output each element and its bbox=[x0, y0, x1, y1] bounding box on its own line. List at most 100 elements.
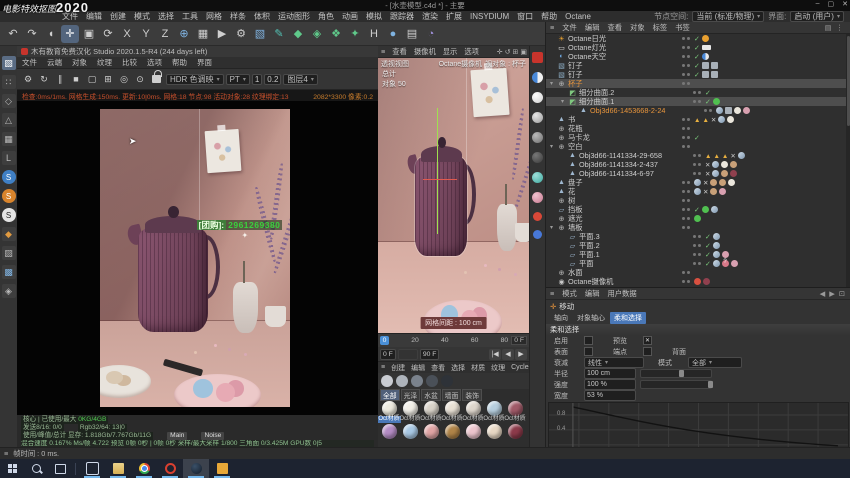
visibility-dots[interactable] bbox=[680, 82, 692, 85]
back-icon[interactable]: ◀ bbox=[820, 289, 826, 298]
object-row[interactable]: Octane摄像机 bbox=[546, 277, 850, 286]
mode-icon[interactable]: ◈ bbox=[2, 284, 16, 298]
material-item[interactable] bbox=[442, 424, 462, 439]
taskbar-search-button[interactable] bbox=[24, 459, 48, 478]
noise-pass-badge[interactable]: Noise bbox=[201, 432, 224, 440]
mat-tan-tag-icon[interactable] bbox=[710, 179, 717, 186]
x-tag-icon[interactable] bbox=[705, 160, 710, 169]
object-manager-menu-item[interactable]: 查看 bbox=[603, 23, 626, 33]
menu-item[interactable]: 扩展 bbox=[442, 11, 466, 22]
visibility-dots[interactable] bbox=[680, 190, 692, 193]
mode-icon[interactable]: ◇ bbox=[2, 94, 16, 108]
visibility-dots[interactable] bbox=[691, 172, 703, 175]
object-label[interactable]: Obj3d66-1141334-29-658 bbox=[579, 151, 691, 160]
phong-tag-icon[interactable] bbox=[694, 188, 701, 195]
hamburger-icon[interactable]: ≡ bbox=[546, 289, 558, 298]
material-item[interactable]: Oct材质 bbox=[463, 401, 483, 423]
shader-ball-icon[interactable] bbox=[411, 375, 423, 387]
mat-pink-tag-icon[interactable] bbox=[731, 260, 738, 267]
mat-pink-tag-icon[interactable] bbox=[743, 107, 750, 114]
visibility-dots[interactable] bbox=[691, 253, 703, 256]
visibility-dots[interactable] bbox=[680, 145, 692, 148]
viewport-menu-item[interactable]: 查看 bbox=[389, 47, 410, 57]
visibility-dots[interactable] bbox=[680, 199, 692, 202]
mat-tan-tag-icon[interactable] bbox=[710, 188, 717, 195]
menu-item[interactable]: 跟踪器 bbox=[386, 11, 418, 22]
visibility-dots[interactable] bbox=[680, 127, 692, 130]
material-item[interactable] bbox=[484, 424, 504, 439]
hamburger-icon[interactable]: ≡ bbox=[378, 364, 388, 371]
camera-dropdown[interactable]: Octane摄像机 bbox=[439, 59, 483, 69]
toolbar-icon[interactable]: ⟳ bbox=[99, 25, 117, 43]
green-tag-icon[interactable] bbox=[702, 206, 709, 213]
strip-icon[interactable] bbox=[532, 112, 543, 123]
check-tag-icon[interactable] bbox=[694, 70, 700, 79]
phong-tag-icon[interactable] bbox=[716, 107, 723, 114]
object-label[interactable]: Octane摄像机 bbox=[568, 277, 680, 287]
material-menu-item[interactable]: 纹理 bbox=[488, 363, 508, 373]
menu-item[interactable]: 帮助 bbox=[537, 11, 561, 22]
check-tag-icon[interactable] bbox=[694, 61, 700, 70]
visibility-dots[interactable] bbox=[691, 100, 703, 103]
strip-icon[interactable] bbox=[533, 212, 542, 221]
object-tags[interactable] bbox=[692, 205, 718, 214]
material-thumbnail[interactable] bbox=[508, 401, 523, 416]
object-manager-menu-item[interactable]: 标签 bbox=[649, 23, 672, 33]
toolbar-icon[interactable]: ◈ bbox=[308, 25, 326, 43]
viewport-menu-item[interactable]: 摄像机 bbox=[411, 47, 439, 57]
mode-icon[interactable]: ▦ bbox=[2, 132, 16, 146]
mat-maroon-tag-icon[interactable] bbox=[703, 278, 710, 285]
range-end-field[interactable]: 90 F bbox=[420, 349, 440, 360]
viewport-canvas[interactable]: 透视视图 Octane摄像机 视对象 : 杯子 总计 对象 50 网格间距 : … bbox=[378, 58, 529, 333]
phong-tag-icon[interactable] bbox=[738, 152, 745, 159]
toolbar-icon[interactable]: ▣ bbox=[80, 25, 98, 43]
task-view-button[interactable] bbox=[48, 459, 72, 478]
toolbar-icon[interactable]: ✛ bbox=[61, 25, 79, 43]
hamburger-icon[interactable]: ≡ bbox=[378, 47, 388, 56]
attribute-menu-item[interactable]: 模式 bbox=[558, 289, 581, 299]
material-thumbnail[interactable] bbox=[445, 401, 460, 416]
cube-tag-icon[interactable] bbox=[725, 107, 732, 114]
material-menu-item[interactable]: 查看 bbox=[428, 363, 448, 373]
object-tags[interactable] bbox=[703, 97, 720, 106]
mode-icon[interactable]: S bbox=[2, 208, 16, 222]
object-tags[interactable] bbox=[692, 115, 734, 124]
visibility-dots[interactable] bbox=[680, 55, 692, 58]
mode-icon[interactable]: ▨ bbox=[2, 246, 16, 260]
live-viewer-menu-item[interactable]: 纹理 bbox=[92, 57, 117, 68]
object-tags[interactable] bbox=[692, 215, 701, 222]
material-thumbnail[interactable] bbox=[424, 401, 439, 416]
live-viewer-tool-icon[interactable]: ■ bbox=[69, 72, 83, 86]
warn-tag-icon[interactable] bbox=[702, 115, 708, 124]
filter-icon[interactable]: ▤ bbox=[825, 23, 832, 32]
object-tags[interactable] bbox=[692, 34, 709, 43]
taskbar-app[interactable] bbox=[105, 459, 131, 478]
strip-icon[interactable] bbox=[533, 230, 542, 239]
material-thumbnail[interactable] bbox=[487, 424, 502, 439]
close-button[interactable]: ✕ bbox=[842, 0, 848, 8]
green-tag-icon[interactable] bbox=[694, 215, 701, 222]
object-row[interactable]: Obj3d66-1141334-29-658 bbox=[546, 151, 850, 160]
tonemap-dropdown[interactable]: HDR 色调映▾ bbox=[166, 74, 224, 85]
lock-resolution-icon[interactable] bbox=[152, 75, 161, 83]
menu-item[interactable]: 网格 bbox=[202, 11, 226, 22]
camtag-tag-icon[interactable] bbox=[694, 278, 701, 285]
object-tags[interactable] bbox=[692, 70, 718, 79]
toolbar-icon[interactable]: ✦ bbox=[346, 25, 364, 43]
object-tags[interactable] bbox=[703, 88, 711, 97]
object-tags[interactable] bbox=[692, 133, 700, 142]
mode-icon[interactable]: ∷ bbox=[2, 75, 16, 89]
mode-icon[interactable]: S bbox=[2, 189, 16, 203]
material-item[interactable]: Oct材质 bbox=[442, 401, 462, 423]
subsample-field[interactable]: 1 bbox=[252, 74, 262, 85]
material-thumbnail[interactable] bbox=[466, 401, 481, 416]
more-icon[interactable]: ⋮ bbox=[836, 23, 843, 32]
mode-icon[interactable]: ◆ bbox=[2, 227, 16, 241]
phong-tag-icon[interactable] bbox=[718, 116, 725, 123]
live-viewer-tool-icon[interactable]: ◎ bbox=[117, 72, 131, 86]
material-tab[interactable]: 全部 bbox=[380, 389, 400, 401]
visibility-dots[interactable] bbox=[702, 109, 714, 112]
visibility-dots[interactable] bbox=[680, 46, 692, 49]
toolbar-icon[interactable]: ↶ bbox=[4, 25, 22, 43]
toolbar-icon[interactable]: X bbox=[118, 25, 136, 43]
